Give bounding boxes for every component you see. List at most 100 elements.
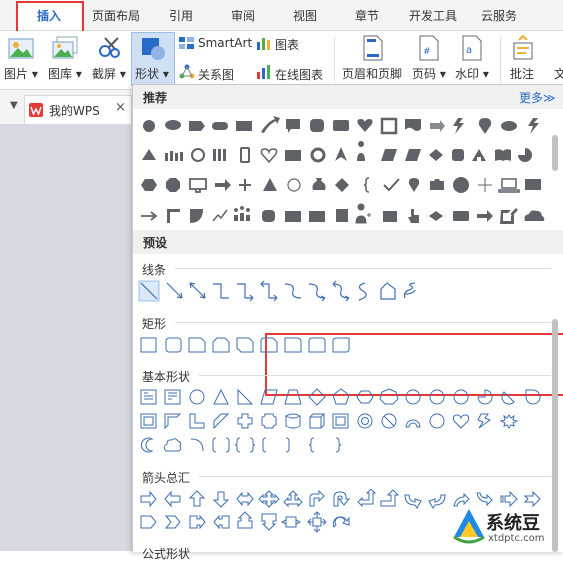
bent-up-arrow-shape[interactable]	[380, 489, 400, 507]
page-number-icon[interactable]: #	[418, 35, 440, 61]
curved-arrow-connector[interactable]	[308, 283, 326, 302]
cloud-shape[interactable]	[163, 438, 182, 452]
left-right-arrow-callout-shape[interactable]	[280, 516, 302, 528]
shape-person-add[interactable]	[355, 203, 371, 224]
shape-rounded-square-2[interactable]	[452, 149, 464, 161]
right-bracket-shape[interactable]	[285, 437, 290, 453]
double-bracket-shape[interactable]	[212, 437, 230, 453]
text-box-shape[interactable]	[140, 389, 157, 405]
down-arrow-callout-shape[interactable]	[261, 513, 277, 531]
right-arrow-shape[interactable]	[140, 490, 157, 508]
recommend-scrollbar-thumb[interactable]	[552, 135, 558, 171]
shape-people-group[interactable]	[165, 151, 183, 161]
shape-edit-box[interactable]	[500, 208, 518, 224]
shape-brace[interactable]	[363, 177, 370, 193]
shape-pentagon-arrow[interactable]	[189, 121, 205, 131]
shape-monitor[interactable]	[189, 178, 207, 193]
arc-shape[interactable]	[190, 438, 204, 452]
panel-scrollbar[interactable]	[551, 133, 559, 552]
l-shape[interactable]	[189, 413, 205, 429]
screenshot-icon[interactable]	[96, 36, 122, 60]
right-arrow-callout-shape[interactable]	[189, 514, 206, 530]
gallery-icon[interactable]	[52, 36, 78, 60]
shape-triangle[interactable]	[142, 149, 156, 160]
tab-review[interactable]: 审阅	[220, 0, 266, 30]
round-single-corner-rect[interactable]	[284, 337, 302, 353]
shape-rect-6[interactable]	[383, 211, 397, 222]
shape-frame[interactable]	[380, 117, 398, 135]
pentagon-arrow-shape[interactable]	[140, 515, 157, 529]
shape-hand-pointer[interactable]	[408, 209, 419, 223]
elbow-arrow-connector[interactable]	[237, 283, 254, 302]
left-up-arrow-shape[interactable]	[357, 489, 377, 508]
shape-corner[interactable]	[167, 209, 180, 223]
shape-long-arrow[interactable]	[141, 211, 158, 221]
shape-rounded-square[interactable]	[310, 119, 324, 132]
shape-rect-4[interactable]	[285, 211, 301, 222]
left-right-up-arrow-shape[interactable]	[283, 490, 303, 508]
shape-ellipse[interactable]	[501, 121, 517, 131]
shape-plus[interactable]	[239, 179, 251, 191]
shape-rounded-bar[interactable]	[212, 122, 228, 130]
octagon-shape-8[interactable]	[405, 389, 421, 405]
shape-cloud-flat[interactable]	[524, 210, 545, 221]
picture-button[interactable]: 图片 ▾	[4, 65, 38, 82]
tab-chapter[interactable]: 章节	[344, 0, 390, 30]
decagon-shape-10[interactable]	[429, 389, 445, 405]
shape-people-crowd[interactable]	[234, 206, 251, 221]
shape-diamond-small[interactable]	[429, 149, 443, 161]
screenshot-button[interactable]: 截屏 ▾	[92, 65, 126, 82]
chart-button[interactable]: 图表	[275, 36, 299, 53]
right-brace-shape[interactable]	[335, 437, 342, 453]
shape-heart[interactable]	[357, 119, 373, 132]
hexagon-shape[interactable]	[356, 390, 374, 404]
header-footer-button[interactable]: 页眉和页脚	[342, 65, 402, 82]
shape-speech-bubble[interactable]	[286, 119, 300, 133]
watermark-icon[interactable]: a	[461, 35, 483, 61]
shape-quarter-shape[interactable]	[190, 209, 203, 223]
can-shape[interactable]	[285, 413, 301, 429]
shape-rounded-rect-2[interactable]	[262, 210, 275, 222]
donut-shape[interactable]	[357, 413, 373, 429]
shape-octagon[interactable]	[166, 178, 180, 192]
isosceles-triangle-shape[interactable]	[213, 388, 229, 405]
block-arc-shape[interactable]	[405, 419, 421, 428]
round-same-side-rect[interactable]	[308, 337, 326, 353]
shape-book[interactable]	[495, 149, 511, 161]
circular-arrow-shape[interactable]	[332, 516, 350, 528]
vertical-text-box-shape[interactable]	[164, 389, 181, 405]
snip-diagonal-rect[interactable]	[236, 337, 254, 353]
shape-triangle-2[interactable]	[263, 178, 277, 191]
comment-icon[interactable]	[511, 35, 535, 61]
tab-my-wps[interactable]: 我的WPS ×	[24, 95, 132, 124]
rounded-rect-shape[interactable]	[165, 337, 182, 353]
shape-globe[interactable]	[191, 148, 205, 162]
shape-rectangle[interactable]	[236, 121, 252, 131]
shape-help-circle[interactable]	[453, 177, 469, 193]
round-snip-rect[interactable]	[260, 337, 278, 353]
line-double-arrow[interactable]	[189, 282, 206, 299]
down-arrow-shape[interactable]	[212, 491, 230, 508]
comment-button[interactable]: 批注	[510, 65, 534, 82]
shape-striped-bars[interactable]	[213, 149, 226, 161]
picture-icon[interactable]	[8, 36, 34, 60]
snip-both-corners-rect[interactable]	[212, 337, 230, 353]
diagonal-stripe-shape[interactable]	[213, 413, 230, 430]
rect-shape[interactable]	[140, 337, 157, 353]
shape-location-pin[interactable]	[408, 178, 420, 192]
left-bracket-shape[interactable]	[262, 437, 267, 453]
shapes-button[interactable]: 形状 ▾	[131, 32, 175, 86]
quad-arrow-callout-shape[interactable]	[307, 511, 327, 533]
page-number-button[interactable]: 页码 ▾	[412, 65, 446, 82]
up-arrow-callout-shape[interactable]	[237, 511, 253, 529]
tab-page-layout[interactable]: 页面布局	[86, 0, 146, 30]
relation-diagram-button[interactable]: 关系图	[198, 66, 234, 83]
smartart-button[interactable]: SmartArt	[198, 36, 252, 50]
shape-donut[interactable]	[310, 147, 326, 163]
shape-parallelogram-2[interactable]	[405, 149, 421, 161]
curved-connector[interactable]	[284, 283, 302, 299]
bent-arrow-shape[interactable]	[309, 489, 325, 507]
shape-rounded-rect[interactable]	[333, 120, 349, 131]
shape-curved-arrow[interactable]	[261, 116, 280, 133]
tab-close-icon[interactable]: ×	[115, 100, 126, 115]
